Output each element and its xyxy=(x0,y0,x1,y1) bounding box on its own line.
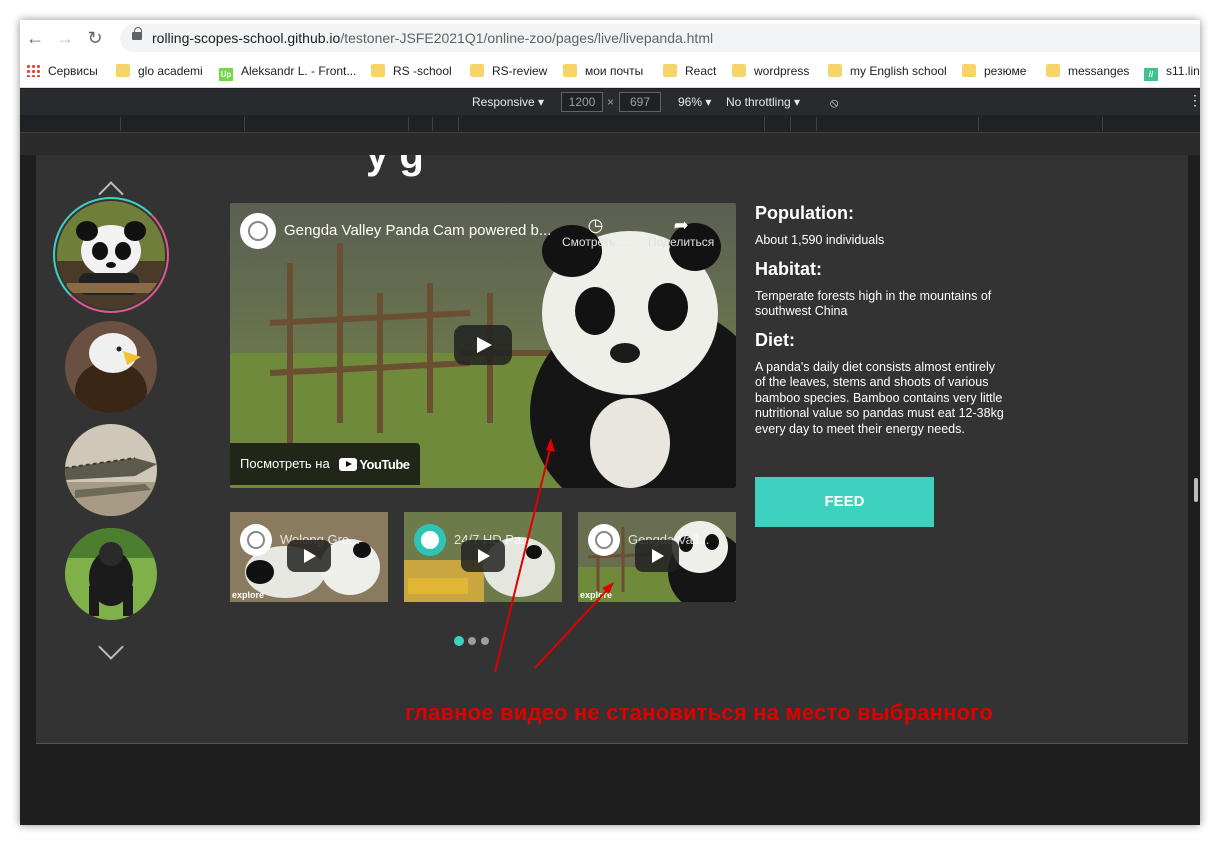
apps-grid-icon xyxy=(26,64,40,77)
back-arrow-icon[interactable]: ← xyxy=(24,27,46,49)
bookmark-folder[interactable]: wordpress xyxy=(732,63,809,79)
share-button[interactable]: ➦ Поделиться xyxy=(648,215,714,249)
s11-icon: // xyxy=(1144,68,1158,81)
clock-icon: ◷ xyxy=(587,215,604,235)
more-options-icon[interactable]: ⋮ xyxy=(1188,92,1200,109)
animal-alligator[interactable] xyxy=(65,424,157,516)
address-row: ← → ↻ rolling-scopes-school.github.io/te… xyxy=(20,20,1200,54)
reload-icon[interactable]: ↻ xyxy=(84,27,106,49)
main-video-player[interactable]: Gengda Valley Panda Cam powered b... ◷ С… xyxy=(230,203,736,488)
diet-heading: Diet: xyxy=(755,329,795,350)
bookmark-folder[interactable]: мои почты xyxy=(563,63,643,79)
forward-arrow-icon[interactable]: → xyxy=(54,27,76,49)
bookmark-folder[interactable]: my English school xyxy=(828,63,947,79)
carousel-dot-2[interactable] xyxy=(468,637,476,645)
bookmark-s11[interactable]: //s11.lin xyxy=(1144,63,1200,81)
feed-button[interactable]: FEED xyxy=(755,477,934,527)
viewport-height-input[interactable]: 697 xyxy=(619,92,661,112)
video-thumbnail-3[interactable]: Gengda Vall... explore xyxy=(578,512,736,602)
bookmark-folder[interactable]: RS -school xyxy=(371,63,452,79)
thumb-watermark: explore xyxy=(232,590,265,600)
population-text: About 1,590 individuals xyxy=(755,233,885,247)
folder-icon xyxy=(116,64,130,77)
channel-logo-icon xyxy=(240,524,272,556)
youtube-logo-icon: YouTube xyxy=(339,444,410,486)
folder-icon xyxy=(1046,64,1060,77)
lock-icon xyxy=(132,27,142,40)
bookmark-upwork[interactable]: Up Aleksandr L. - Front... xyxy=(219,63,356,81)
page-heading-clipped: y g xyxy=(366,155,424,177)
animal-gorilla[interactable] xyxy=(65,528,157,620)
eagle-photo xyxy=(65,321,157,413)
channel-logo-icon[interactable] xyxy=(240,213,276,249)
bookmark-services[interactable]: Сервисы xyxy=(26,63,98,79)
page-footer-area xyxy=(36,743,1188,825)
play-button-icon[interactable] xyxy=(635,540,679,572)
annotation-text: главное видео не становиться на место вы… xyxy=(405,700,993,725)
folder-icon xyxy=(470,64,484,77)
chevron-down-icon[interactable] xyxy=(98,634,124,660)
device-toolbar: Responsive ▾ 1200 × 697 96% ▾ No throttl… xyxy=(20,89,1200,115)
throttling-dropdown[interactable]: No throttling ▾ xyxy=(726,95,800,109)
diet-text: A panda's daily diet consists almost ent… xyxy=(755,359,1004,436)
folder-icon xyxy=(828,64,842,77)
media-query-ruler xyxy=(20,115,1200,133)
upwork-icon: Up xyxy=(219,68,233,81)
channel-logo-icon xyxy=(588,524,620,556)
bookmark-folder[interactable]: messanges xyxy=(1046,63,1129,79)
animal-info-panel: Population: About 1,590 individuals Habi… xyxy=(755,203,1005,447)
share-arrow-icon: ➦ xyxy=(673,215,689,235)
live-cam-section: y g Gengda Valley Panda Cam powered b...… xyxy=(36,155,1188,743)
responsive-dropdown[interactable]: Responsive ▾ xyxy=(472,95,544,109)
habitat-text: Temperate forests high in the mountains … xyxy=(755,288,992,319)
play-button-icon[interactable] xyxy=(287,540,331,572)
animal-panda[interactable] xyxy=(57,201,165,309)
bookmarks-bar: Сервисы glo academi Up Aleksandr L. - Fro… xyxy=(20,54,1200,88)
folder-icon xyxy=(663,64,677,77)
play-button-icon[interactable] xyxy=(461,540,505,572)
watch-later-button[interactable]: ◷ Смотреть ... xyxy=(562,215,629,249)
channel-logo-icon xyxy=(414,524,446,556)
folder-icon xyxy=(371,64,385,77)
carousel-dot-3[interactable] xyxy=(481,637,489,645)
panda-photo xyxy=(57,201,165,309)
gorilla-photo xyxy=(65,528,157,620)
rotate-icon[interactable]: ⦸ xyxy=(830,95,838,111)
habitat-heading: Habitat: xyxy=(755,258,822,279)
main-video-title[interactable]: Gengda Valley Panda Cam powered b... xyxy=(284,222,554,239)
address-bar[interactable]: rolling-scopes-school.github.io/testoner… xyxy=(120,24,1200,52)
viewport-width-input[interactable]: 1200 xyxy=(561,92,603,112)
times-icon: × xyxy=(607,95,615,109)
carousel-dot-1[interactable] xyxy=(454,636,464,646)
folder-icon xyxy=(732,64,746,77)
population-heading: Population: xyxy=(755,203,854,223)
animal-eagle[interactable] xyxy=(65,321,157,413)
thumb-watermark: explore xyxy=(580,590,613,600)
bookmark-folder[interactable]: резюме xyxy=(962,63,1026,79)
video-thumbnail-1[interactable]: Wolong Gro... explore xyxy=(230,512,388,602)
bookmark-folder[interactable]: RS-review xyxy=(470,63,547,79)
folder-icon xyxy=(962,64,976,77)
play-button-icon[interactable] xyxy=(454,325,512,365)
url-text: rolling-scopes-school.github.io/testoner… xyxy=(152,30,714,46)
watch-on-youtube-link[interactable]: Посмотреть на YouTube xyxy=(230,443,420,485)
bookmark-folder[interactable]: React xyxy=(663,63,716,79)
video-thumbnail-2[interactable]: 24/7 HD Pa... xyxy=(404,512,562,602)
zoom-dropdown[interactable]: 96% ▾ xyxy=(678,95,711,109)
resize-handle[interactable] xyxy=(1194,478,1198,502)
alligator-photo xyxy=(65,424,157,516)
viewport-margin xyxy=(20,133,1200,155)
folder-icon xyxy=(563,64,577,77)
bookmark-folder[interactable]: glo academi xyxy=(116,63,203,79)
